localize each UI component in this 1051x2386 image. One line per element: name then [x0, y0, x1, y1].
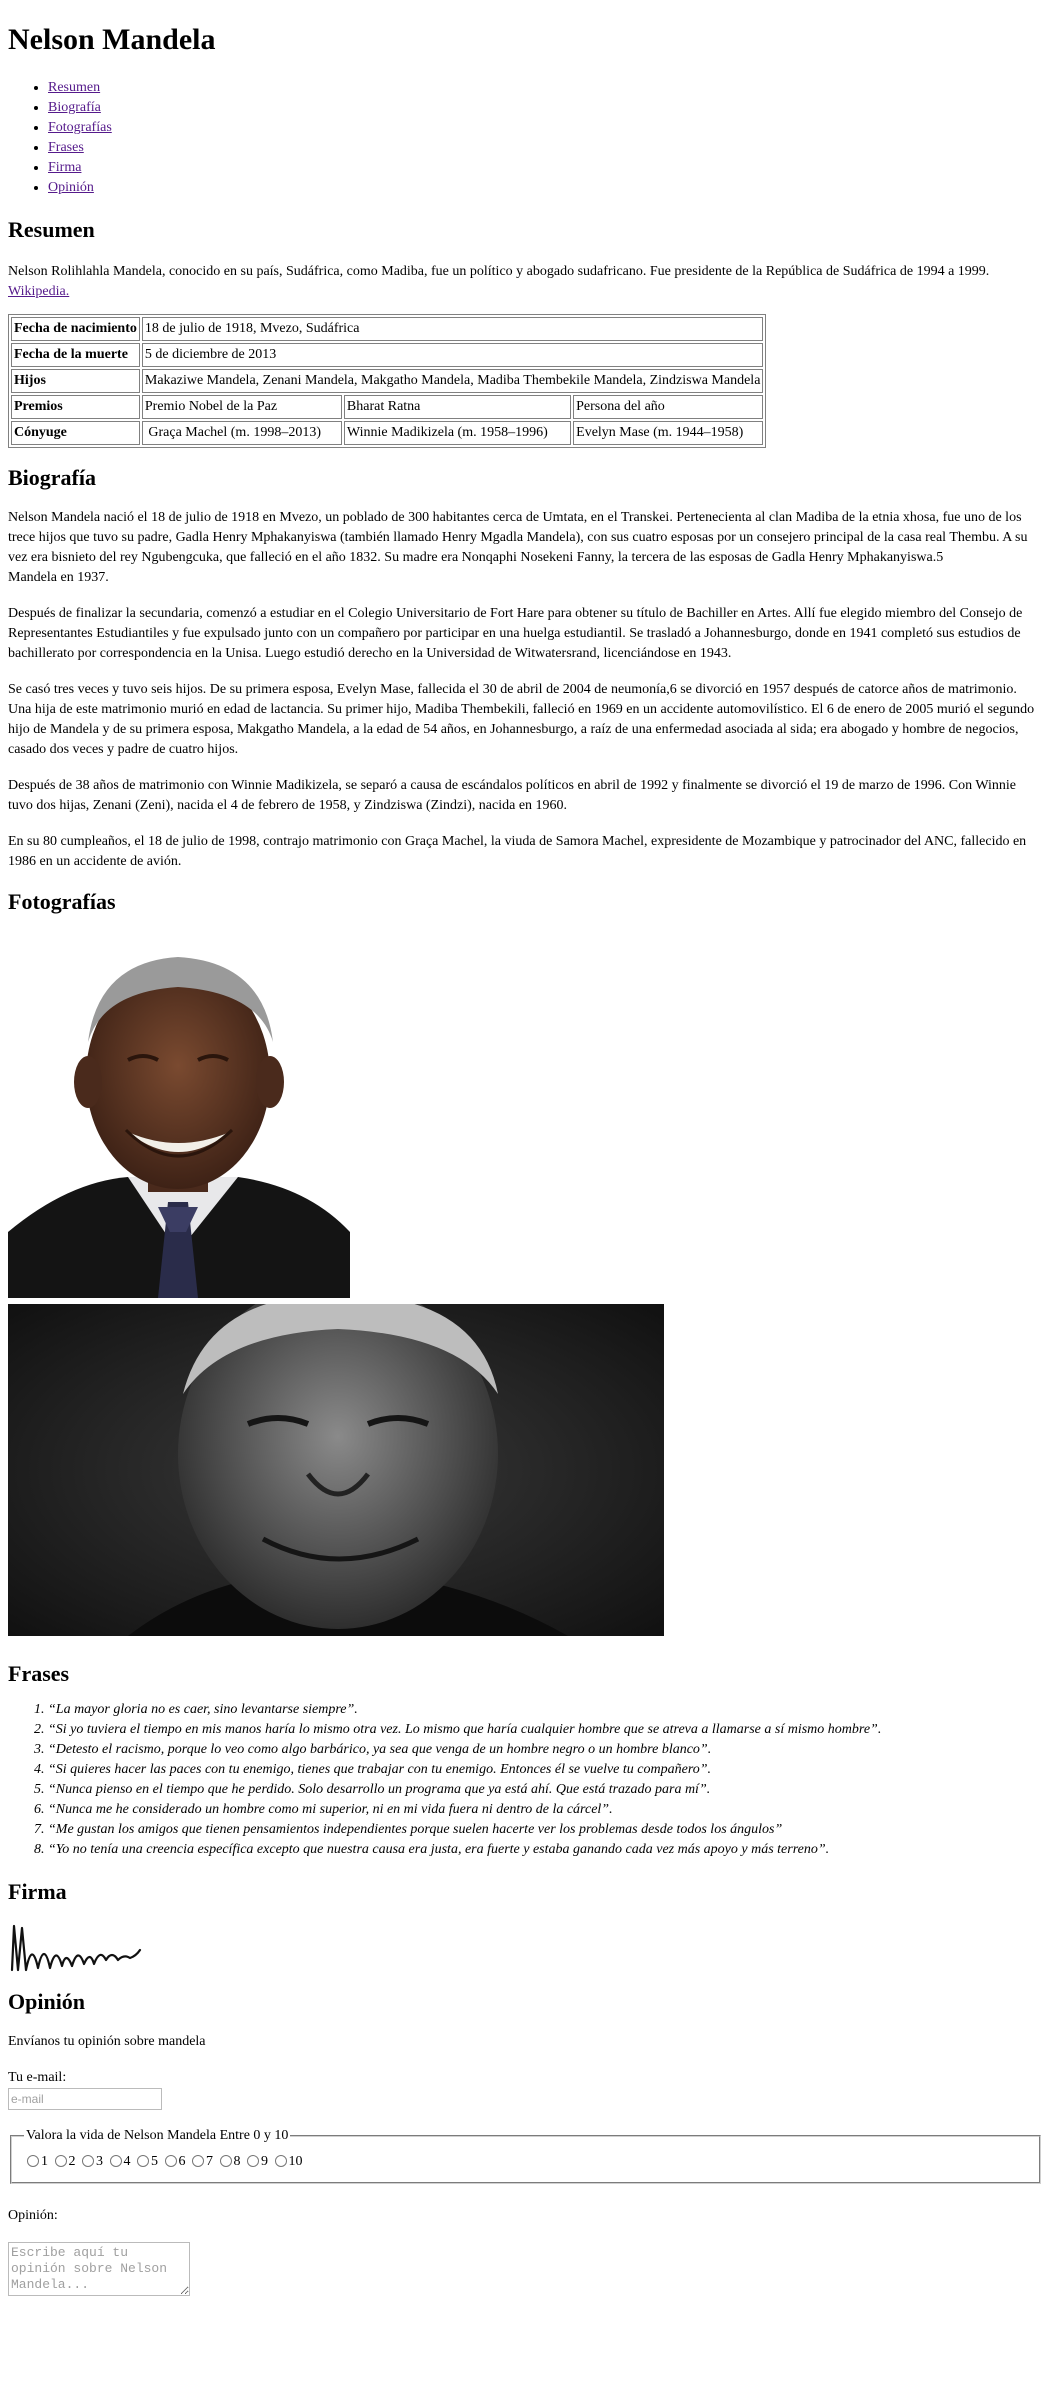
opinion-intro: Envíanos tu opinión sobre mandela [8, 2034, 206, 2049]
nav-item: Biografía [48, 98, 1043, 118]
email-label: Tu e-mail: [8, 2070, 67, 2085]
quote-item: “Nunca me he considerado un hombre como … [48, 1800, 1043, 1820]
frases-heading: Frases [8, 1661, 70, 1686]
nav-item: Resumen [48, 78, 1043, 98]
nav-item: Firma [48, 158, 1043, 178]
table-cell: Makaziwe Mandela, Zenani Mandela, Makgat… [141, 369, 764, 393]
quote-item: “Nunca pienso en el tiempo que he perdid… [48, 1780, 1043, 1800]
table-cell: 18 de julio de 1918, Mvezo, Sudáfrica [141, 317, 764, 341]
portrait-photo-bw [8, 1304, 664, 1636]
nav-link-frases[interactable]: Frases [48, 140, 84, 155]
rating-radio[interactable] [164, 2155, 177, 2167]
portrait-photo-color [8, 932, 350, 1298]
nav-link-fotografias[interactable]: Fotografías [48, 120, 112, 135]
table-row: Fecha de nacimiento 18 de julio de 1918,… [11, 317, 764, 341]
resumen-text: Nelson Rolihlahla Mandela, conocido en s… [8, 262, 1043, 302]
rating-radio[interactable] [54, 2155, 67, 2167]
rating-option[interactable]: 6 [162, 2154, 186, 2169]
firma-heading: Firma [8, 1879, 67, 1904]
nav-item: Frases [48, 138, 1043, 158]
signature-image [8, 1920, 148, 1976]
table-cell: 5 de diciembre de 2013 [141, 343, 764, 367]
signature-drawing [10, 1924, 142, 1972]
biografia-paragraph: En su 80 cumpleaños, el 18 de julio de 1… [8, 834, 1027, 869]
comment-textarea[interactable] [8, 2242, 190, 2296]
nav-item: Fotografías [48, 118, 1043, 138]
rating-option[interactable]: 9 [244, 2154, 268, 2169]
quotes-list: “La mayor gloria no es caer, sino levant… [8, 1700, 1043, 1860]
nav-link-opinion[interactable]: Opinión [48, 180, 94, 195]
quote-item: “Si quieres hacer las paces con tu enemi… [48, 1760, 1043, 1780]
table-row: Fecha de la muerte 5 de diciembre de 201… [11, 343, 764, 367]
table-cell: Winnie Madikizela (m. 1958–1996) [343, 421, 572, 445]
rating-option[interactable]: 7 [189, 2154, 213, 2169]
portrait-illustration [8, 932, 350, 1298]
table-cell: Evelyn Mase (m. 1944–1958) [573, 421, 764, 445]
table-label: Fecha de la muerte [11, 343, 140, 367]
biografia-paragraph: Después de finalizar la secundaria, come… [8, 606, 1023, 661]
quote-item: “Si yo tuviera el tiempo en mis manos ha… [48, 1720, 1043, 1740]
biografia-paragraph: Se casó tres veces y tuvo seis hijos. De… [8, 682, 1035, 757]
opinion-heading: Opinión [8, 1989, 86, 2014]
quote-item: “Yo no tenía una creencia específica exc… [48, 1840, 1043, 1860]
table-cell: Persona del año [573, 395, 764, 419]
portrait-illustration-bw [8, 1304, 664, 1636]
table-cell: Premio Nobel de la Paz [141, 395, 342, 419]
rating-radio[interactable] [137, 2155, 149, 2167]
table-row: Premios Premio Nobel de la Paz Bharat Ra… [11, 395, 764, 419]
rating-radio[interactable] [27, 2155, 39, 2167]
nav-link-biografia[interactable]: Biografía [48, 100, 101, 115]
rating-option[interactable]: 2 [52, 2154, 76, 2169]
comment-label: Opinión: [8, 2208, 58, 2223]
resumen-heading: Resumen [8, 217, 95, 242]
nav-item: Opinión [48, 178, 1043, 198]
quote-item: “Me gustan los amigos que tienen pensami… [48, 1820, 1043, 1840]
nav-list: Resumen Biografía Fotografías Frases Fir… [8, 78, 1043, 198]
nav-link-firma[interactable]: Firma [48, 160, 81, 175]
wikipedia-link[interactable]: Wikipedia. [8, 284, 69, 299]
rating-legend: Valora la vida de Nelson Mandela Entre 0… [26, 2128, 289, 2143]
resumen-paragraph: Nelson Rolihlahla Mandela, conocido en s… [8, 264, 990, 279]
rating-radio[interactable] [274, 2155, 287, 2167]
quote-item: “Detesto el racismo, porque lo veo como … [48, 1740, 1043, 1760]
biografia-paragraph: Nelson Mandela nació el 18 de julio de 1… [8, 510, 1028, 585]
biografia-paragraph: Después de 38 años de matrimonio con Win… [8, 778, 1017, 813]
rating-radio[interactable] [192, 2155, 204, 2167]
page-title: Nelson Mandela [8, 23, 216, 56]
opinion-form: Tu e-mail: Valora la vida de Nelson Mand… [8, 2068, 1043, 2303]
rating-fieldset: Valora la vida de Nelson Mandela Entre 0… [10, 2126, 1041, 2184]
rating-option[interactable]: 10 [272, 2154, 303, 2169]
rating-option[interactable]: 4 [107, 2154, 131, 2169]
page: Nelson Mandela Resumen Biografía Fotogra… [0, 0, 1051, 2303]
table-label: Fecha de nacimiento [11, 317, 140, 341]
email-input[interactable] [8, 2088, 162, 2110]
table-label: Cónyuge [11, 421, 140, 445]
table-row: Cónyuge Graça Machel (m. 1998–2013) Winn… [11, 421, 764, 445]
quote-item: “La mayor gloria no es caer, sino levant… [48, 1700, 1043, 1720]
table-label: Premios [11, 395, 140, 419]
rating-radio[interactable] [219, 2155, 232, 2167]
rating-radio[interactable] [109, 2155, 122, 2167]
info-table: Fecha de nacimiento 18 de julio de 1918,… [8, 314, 767, 448]
rating-option[interactable]: 5 [134, 2154, 158, 2169]
table-cell: Bharat Ratna [343, 395, 572, 419]
rating-option[interactable]: 1 [24, 2154, 48, 2169]
table-cell: Graça Machel (m. 1998–2013) [141, 421, 342, 445]
biografia-heading: Biografía [8, 465, 96, 490]
rating-option[interactable]: 8 [217, 2154, 241, 2169]
table-label: Hijos [11, 369, 140, 393]
rating-radio[interactable] [82, 2155, 94, 2167]
rating-radio[interactable] [247, 2155, 259, 2167]
table-row: Hijos Makaziwe Mandela, Zenani Mandela, … [11, 369, 764, 393]
rating-option[interactable]: 3 [79, 2154, 103, 2169]
fotografias-heading: Fotografías [8, 889, 116, 914]
nav-link-resumen[interactable]: Resumen [48, 80, 100, 95]
